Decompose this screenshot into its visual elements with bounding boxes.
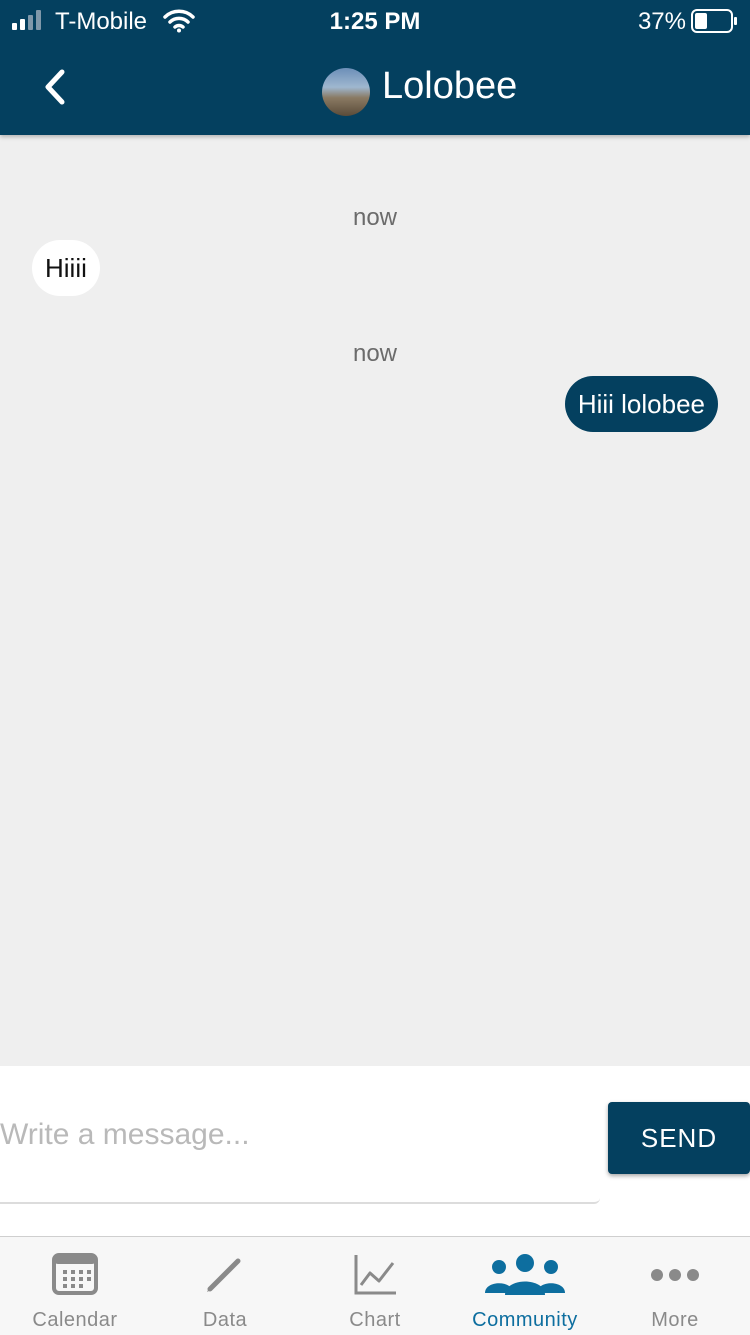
status-bar: T-Mobile 1:25 PM 37% [0, 0, 750, 42]
tab-data-label: Data [202, 1309, 248, 1331]
message-input-container [0, 1066, 600, 1204]
battery-icon [691, 9, 737, 33]
conversation-title: Lolobee [382, 65, 518, 107]
pencil-icon [207, 1258, 241, 1292]
back-chevron-icon[interactable] [38, 66, 74, 108]
tab-community[interactable]: Community [450, 1237, 600, 1335]
tab-more-label: More [651, 1309, 699, 1331]
outgoing-message-bubble[interactable]: Hiii lolobee [564, 376, 718, 432]
tab-calendar-label: Calendar [32, 1309, 118, 1331]
app-header: T-Mobile 1:25 PM 37% Lolobee [0, 0, 750, 135]
contact-avatar[interactable] [322, 68, 370, 116]
battery-percentage: 37% [637, 8, 686, 35]
tab-calendar[interactable]: Calendar [0, 1237, 150, 1335]
tab-chart-label: Chart [349, 1309, 401, 1331]
people-icon [485, 1254, 565, 1295]
message-timestamp: now [352, 204, 398, 231]
tab-more[interactable]: More [600, 1237, 750, 1335]
tab-data[interactable]: Data [150, 1237, 300, 1335]
message-timestamp: now [352, 340, 398, 367]
bottom-tab-bar: Calendar Data Chart Community More [0, 1236, 750, 1335]
nav-bar: Lolobee [0, 42, 750, 135]
line-chart-icon [354, 1255, 396, 1295]
tab-community-label: Community [472, 1309, 578, 1331]
message-composer: SEND [0, 1066, 750, 1236]
calendar-icon [52, 1253, 98, 1295]
message-input[interactable] [0, 1112, 590, 1158]
incoming-message-bubble[interactable]: Hiiii [32, 240, 100, 296]
tab-chart[interactable]: Chart [300, 1237, 450, 1335]
more-dots-icon [651, 1269, 699, 1281]
send-button[interactable]: SEND [608, 1102, 750, 1174]
